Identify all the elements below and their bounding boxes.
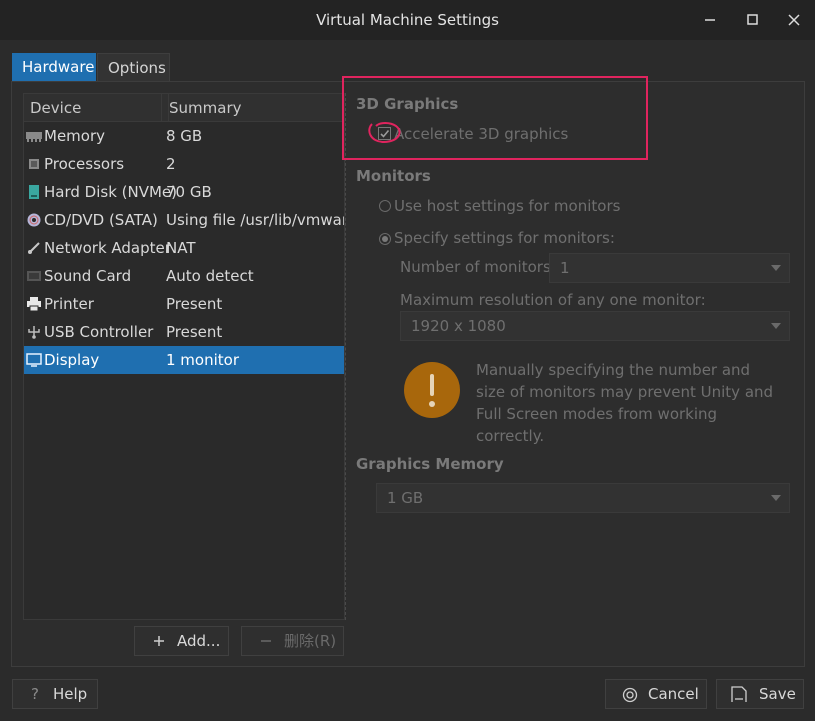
column-header-device[interactable]: Device	[30, 94, 81, 122]
device-name: USB Controller	[44, 323, 154, 341]
device-summary: Present	[166, 295, 223, 313]
number-of-monitors-label: Number of monitors:	[400, 258, 556, 276]
device-summary: 8 GB	[166, 127, 203, 145]
help-button[interactable]: ? Help	[12, 679, 98, 709]
remove-button-label: 删除(R)	[284, 632, 337, 650]
minus-icon	[261, 640, 271, 642]
printer-icon	[27, 297, 41, 311]
processor-icon	[29, 159, 39, 169]
device-list[interactable]: Device Summary Memory 8 GB Processors 2 …	[23, 93, 345, 620]
column-header-summary[interactable]: Summary	[168, 94, 242, 122]
save-icon	[731, 686, 747, 702]
pane-splitter[interactable]	[345, 93, 346, 620]
monitor-warning-text: Manually specifying the number and size …	[476, 361, 774, 445]
specify-settings-label: Specify settings for monitors:	[394, 229, 615, 247]
save-button-label: Save	[759, 685, 796, 703]
cancel-button-label: Cancel	[648, 685, 699, 703]
device-summary: Using file /usr/lib/vmware/isoimages/lin…	[166, 211, 344, 229]
usb-icon	[28, 326, 40, 339]
list-header: Device Summary	[24, 94, 344, 122]
device-row-printer[interactable]: Printer Present	[24, 290, 344, 318]
device-summary: Auto detect	[166, 267, 254, 285]
hard-disk-icon	[29, 185, 39, 199]
help-button-label: Help	[53, 685, 88, 703]
device-row-processors[interactable]: Processors 2	[24, 150, 344, 178]
display-icon	[26, 353, 42, 367]
max-resolution-value: 1920 x 1080	[411, 317, 506, 335]
section-title-monitors: Monitors	[356, 167, 431, 185]
device-summary: NAT	[166, 239, 196, 257]
minimize-button[interactable]	[698, 8, 722, 32]
device-row-sound-card[interactable]: Sound Card Auto detect	[24, 262, 344, 290]
device-name: Display	[44, 351, 100, 369]
dropdown-arrow-icon	[771, 323, 781, 329]
tab-options[interactable]: Options	[97, 53, 170, 81]
device-name: Sound Card	[44, 267, 132, 285]
window-title: Virtual Machine Settings	[316, 11, 499, 29]
use-host-settings-label: Use host settings for monitors	[394, 197, 621, 215]
cancel-button[interactable]: Cancel	[605, 679, 707, 709]
maximize-icon	[747, 14, 758, 25]
cd-dvd-icon	[27, 213, 41, 227]
memory-icon	[26, 132, 42, 142]
device-row-cd-dvd[interactable]: CD/DVD (SATA) Using file /usr/lib/vmware…	[24, 206, 344, 234]
use-host-settings-radio[interactable]	[379, 200, 391, 212]
maximize-button[interactable]	[740, 8, 764, 32]
exclamation-icon	[429, 374, 435, 407]
number-of-monitors-value: 1	[560, 259, 570, 277]
graphics-memory-value: 1 GB	[387, 489, 424, 507]
tab-hardware[interactable]: Hardware	[12, 53, 96, 81]
network-adapter-icon	[28, 242, 40, 254]
save-button[interactable]: Save	[716, 679, 804, 709]
device-summary: 70 GB	[166, 183, 212, 201]
help-icon: ?	[31, 685, 39, 703]
specify-settings-radio[interactable]	[379, 233, 391, 245]
dropdown-arrow-icon	[771, 265, 781, 271]
remove-button[interactable]: 删除(R)	[241, 626, 344, 656]
annotation-scribble-icon	[368, 122, 401, 144]
device-summary: Present	[166, 323, 223, 341]
close-icon	[788, 14, 800, 26]
dropdown-arrow-icon	[771, 495, 781, 501]
device-summary: 1 monitor	[166, 351, 240, 369]
device-row-usb-controller[interactable]: USB Controller Present	[24, 318, 344, 346]
plus-icon	[154, 636, 164, 646]
cancel-icon	[622, 687, 638, 703]
device-name: Printer	[44, 295, 94, 313]
device-name: CD/DVD (SATA)	[44, 211, 158, 229]
section-title-graphics-memory: Graphics Memory	[356, 455, 504, 473]
device-row-memory[interactable]: Memory 8 GB	[24, 122, 344, 150]
add-button[interactable]: Add...	[134, 626, 229, 656]
device-name: Hard Disk (NVMe)	[44, 183, 178, 201]
device-row-hard-disk[interactable]: Hard Disk (NVMe) 70 GB	[24, 178, 344, 206]
device-summary: 2	[166, 155, 176, 173]
max-resolution-select[interactable]: 1920 x 1080	[400, 311, 790, 341]
warning-icon	[404, 362, 460, 418]
max-resolution-label: Maximum resolution of any one monitor:	[400, 291, 706, 309]
minimize-icon	[705, 19, 715, 21]
device-name: Memory	[44, 127, 106, 145]
device-name: Processors	[44, 155, 125, 173]
add-button-label: Add...	[177, 632, 221, 650]
column-separator	[161, 94, 162, 122]
close-button[interactable]	[782, 8, 806, 32]
sound-card-icon	[27, 271, 41, 281]
number-of-monitors-select[interactable]: 1	[549, 253, 790, 283]
graphics-memory-select[interactable]: 1 GB	[376, 483, 790, 513]
device-row-display[interactable]: Display 1 monitor	[24, 346, 344, 374]
device-row-network-adapter[interactable]: Network Adapter NAT	[24, 234, 344, 262]
device-name: Network Adapter	[44, 239, 171, 257]
